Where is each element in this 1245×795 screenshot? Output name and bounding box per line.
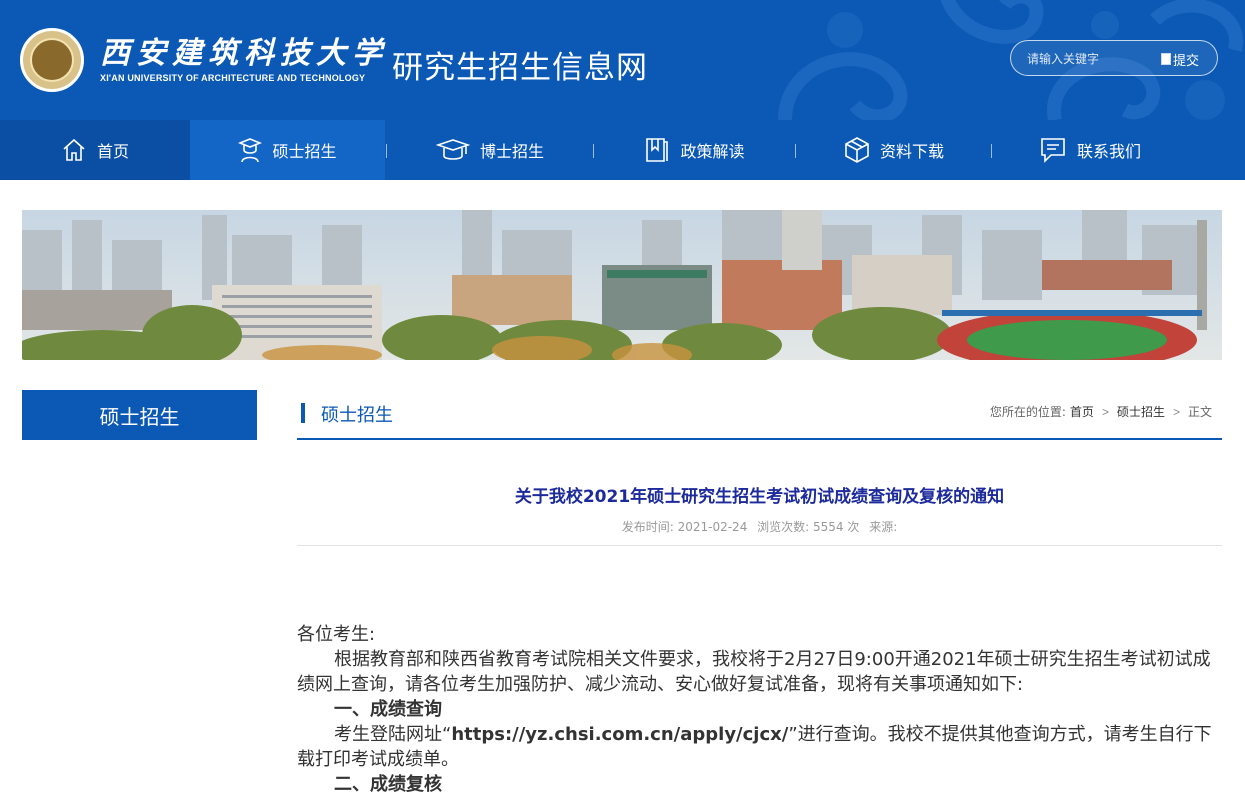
nav-label-policy: 政策解读 bbox=[680, 142, 745, 161]
article-source: 来源: bbox=[869, 520, 898, 534]
breadcrumb-current: 正文 bbox=[1187, 405, 1212, 419]
article-paragraph: 考生登陆网址“https://yz.chsi.com.cn/apply/cjcx… bbox=[297, 722, 1222, 772]
article-section-heading: 二、成绩复核 bbox=[334, 774, 442, 795]
home-icon bbox=[63, 138, 85, 161]
search-input[interactable] bbox=[1027, 49, 1157, 69]
nav-label-doctor: 博士招生 bbox=[479, 142, 544, 161]
article-title: 关于我校2021年硕士研究生招生考试初试成绩查询及复核的通知 bbox=[514, 487, 1005, 507]
nav-divider bbox=[386, 144, 387, 158]
site-title: 研究生招生信息网 bbox=[392, 50, 648, 86]
nav-label-home: 首页 bbox=[96, 142, 129, 161]
campus-banner-image bbox=[22, 210, 1222, 360]
breadcrumb-separator: > bbox=[1172, 404, 1180, 419]
breadcrumb: 您所在的位置: 首页 > 硕士招生 > 正文 bbox=[990, 403, 1212, 420]
nav-label-contact: 联系我们 bbox=[1076, 142, 1141, 161]
nav-item-download[interactable]: 资料下载 bbox=[799, 120, 989, 180]
nav-item-master[interactable]: 硕士招生 bbox=[190, 120, 385, 180]
view-count: 浏览次数: 5554 次 bbox=[757, 520, 860, 534]
nav-item-home[interactable]: 首页 bbox=[0, 120, 190, 180]
article-paragraph: 根据教育部和陕西省教育考试院相关文件要求，我校将于2月27日9:00开通2021… bbox=[297, 649, 1211, 695]
main-nav: 首页 硕士招生 博士招生 政策解读 资料下载 联系我们 bbox=[0, 120, 1245, 180]
breadcrumb-prefix: 您所在的位置: bbox=[989, 405, 1066, 419]
search-box: 提交 bbox=[1010, 40, 1218, 76]
university-logo[interactable]: 西安建筑科技大学 XI'AN UNIVERSITY OF ARCHITECTUR… bbox=[20, 28, 388, 92]
box-icon bbox=[845, 137, 869, 163]
score-query-url: https://yz.chsi.com.cn/apply/cjcx/ bbox=[451, 724, 789, 745]
message-icon bbox=[1041, 138, 1065, 163]
sidebar-title[interactable]: 硕士招生 bbox=[22, 390, 257, 440]
nav-divider bbox=[593, 144, 594, 158]
nav-label-master: 硕士招生 bbox=[272, 142, 337, 161]
nav-item-doctor[interactable]: 博士招生 bbox=[390, 120, 590, 180]
book-icon bbox=[646, 138, 669, 162]
section-title: 硕士招生 bbox=[321, 405, 393, 426]
article-divider bbox=[297, 545, 1222, 546]
nav-divider bbox=[795, 144, 796, 158]
graduate-icon bbox=[238, 138, 263, 163]
article-section-heading: 一、成绩查询 bbox=[334, 699, 442, 720]
section-title-bar bbox=[301, 403, 305, 423]
university-seal-icon bbox=[20, 28, 84, 92]
breadcrumb-home-link[interactable]: 首页 bbox=[1070, 403, 1094, 420]
broken-image-icon bbox=[1161, 53, 1171, 65]
article-meta: 发布时间: 2021-02-24 浏览次数: 5554 次 来源: bbox=[297, 518, 1222, 535]
article-body: 各位考生: 根据教育部和陕西省教育考试院相关文件要求，我校将于2月27日9:00… bbox=[297, 622, 1222, 795]
breadcrumb-category-link[interactable]: 硕士招生 bbox=[1117, 403, 1165, 420]
nav-divider bbox=[991, 144, 992, 158]
breadcrumb-separator: > bbox=[1101, 404, 1109, 419]
section-header: 硕士招生 您所在的位置: 首页 > 硕士招生 > 正文 bbox=[297, 390, 1222, 440]
paragraph-text: 考生登陆网址“ bbox=[334, 724, 452, 745]
article-greeting: 各位考生: bbox=[297, 624, 376, 645]
search-submit-button[interactable]: 提交 bbox=[1161, 49, 1199, 69]
nav-item-contact[interactable]: 联系我们 bbox=[995, 120, 1185, 180]
university-name-cn: 西安建筑科技大学 bbox=[100, 36, 388, 71]
site-header: 西安建筑科技大学 XI'AN UNIVERSITY OF ARCHITECTUR… bbox=[0, 0, 1245, 120]
nav-item-policy[interactable]: 政策解读 bbox=[597, 120, 792, 180]
mortarboard-icon bbox=[435, 139, 470, 160]
search-submit-label: 提交 bbox=[1173, 53, 1200, 69]
nav-label-download: 资料下载 bbox=[879, 142, 944, 161]
university-name-en: XI'AN UNIVERSITY OF ARCHITECTURE AND TEC… bbox=[100, 73, 366, 83]
publish-date: 发布时间: 2021-02-24 bbox=[621, 520, 748, 534]
